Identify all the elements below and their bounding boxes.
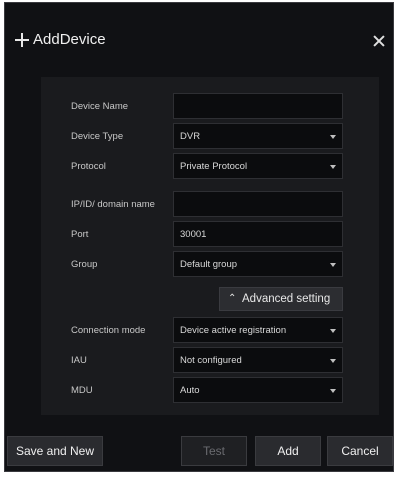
- connection-mode-label: Connection mode: [71, 325, 146, 336]
- form-row-device-name: Device Name: [41, 93, 379, 121]
- mdu-label: MDU: [71, 385, 93, 396]
- iau-value: Not configured: [180, 355, 242, 366]
- mdu-select[interactable]: Auto: [173, 377, 343, 403]
- group-select[interactable]: Default group: [173, 251, 343, 277]
- form-row-protocol: Protocol Private Protocol: [41, 153, 379, 181]
- form-row-mdu: MDU Auto: [41, 377, 379, 405]
- ip-domain-input[interactable]: [173, 191, 343, 217]
- device-type-value: DVR: [180, 131, 201, 142]
- test-button[interactable]: Test: [181, 436, 247, 466]
- caret-down-icon: [330, 359, 336, 363]
- device-type-label: Device Type: [71, 131, 124, 142]
- device-name-input[interactable]: [173, 93, 343, 119]
- protocol-value: Private Protocol: [180, 161, 248, 172]
- form-row-iau: IAU Not configured: [41, 347, 379, 375]
- protocol-select[interactable]: Private Protocol: [173, 153, 343, 179]
- double-chevron-up-icon: ⌃: [228, 293, 237, 304]
- close-icon[interactable]: [371, 33, 387, 49]
- device-name-label: Device Name: [71, 101, 129, 112]
- device-type-select[interactable]: DVR: [173, 123, 343, 149]
- caret-down-icon: [330, 135, 336, 139]
- advanced-setting-label: Advanced setting: [242, 293, 331, 305]
- add-device-dialog: AddDevice Device Name Device Type DVR Pr…: [4, 2, 394, 472]
- caret-down-icon: [330, 165, 336, 169]
- group-value: Default group: [180, 259, 238, 270]
- iau-select[interactable]: Not configured: [173, 347, 343, 373]
- advanced-setting-button[interactable]: ⌃ Advanced setting: [219, 287, 343, 311]
- connection-mode-select[interactable]: Device active registration: [173, 317, 343, 343]
- port-label: Port: [71, 229, 89, 240]
- iau-label: IAU: [71, 355, 87, 366]
- plus-icon: [15, 33, 29, 47]
- port-input[interactable]: 30001: [173, 221, 343, 247]
- device-form: Device Name Device Type DVR Protocol Pri…: [41, 77, 379, 415]
- form-row-port: Port 30001: [41, 221, 379, 249]
- caret-down-icon: [330, 389, 336, 393]
- form-row-connection-mode: Connection mode Device active registrati…: [41, 317, 379, 345]
- port-value: 30001: [180, 229, 207, 240]
- connection-mode-value: Device active registration: [180, 325, 287, 336]
- dialog-title-bar: AddDevice: [5, 3, 393, 83]
- group-label: Group: [71, 259, 98, 270]
- add-button[interactable]: Add: [255, 436, 321, 466]
- mdu-value: Auto: [180, 385, 200, 396]
- ip-domain-label: IP/ID/ domain name: [71, 199, 155, 210]
- caret-down-icon: [330, 263, 336, 267]
- form-row-group: Group Default group: [41, 251, 379, 279]
- cancel-button[interactable]: Cancel: [327, 436, 393, 466]
- protocol-label: Protocol: [71, 161, 106, 172]
- form-row-device-type: Device Type DVR: [41, 123, 379, 151]
- caret-down-icon: [330, 329, 336, 333]
- save-and-new-button[interactable]: Save and New: [7, 436, 103, 466]
- form-row-ip-domain: IP/ID/ domain name: [41, 191, 379, 219]
- dialog-title: AddDevice: [33, 31, 106, 48]
